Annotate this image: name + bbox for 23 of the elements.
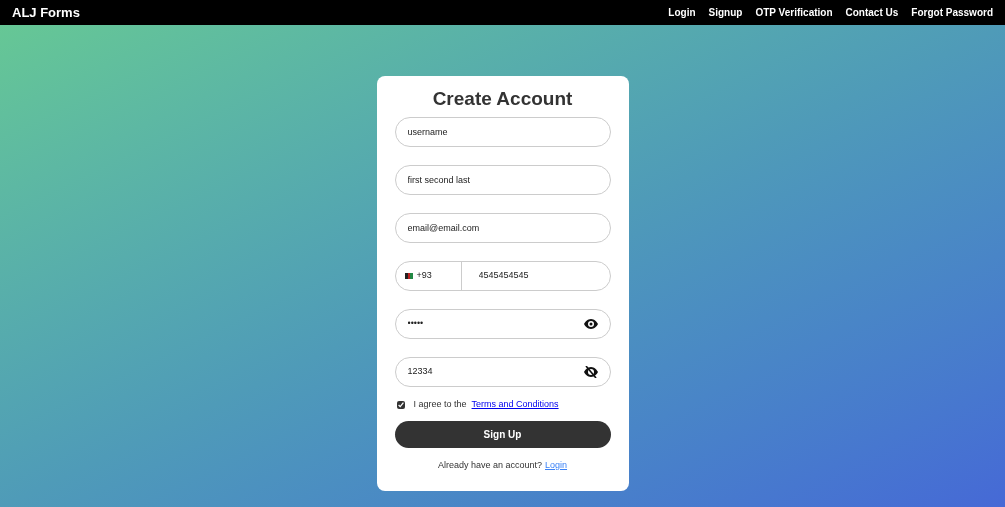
brand-logo[interactable]: ALJ Forms (12, 2, 80, 23)
eye-slash-icon[interactable] (583, 366, 598, 378)
eye-icon[interactable] (583, 319, 598, 329)
input-field[interactable]: first second last (394, 165, 611, 195)
terms-checkbox[interactable] (396, 400, 405, 409)
input-field[interactable]: username (394, 117, 611, 147)
nav-link[interactable]: Login (668, 5, 696, 20)
password-input[interactable]: ••••• (407, 317, 584, 331)
nav-link[interactable]: Signup (708, 5, 743, 20)
nav-link[interactable]: OTP Verification (755, 5, 833, 20)
input-field[interactable]: email@email.com (394, 213, 611, 243)
nav-link[interactable]: Forgot Password (911, 5, 993, 20)
country-code-select[interactable]: +93 (395, 262, 462, 290)
phone-number-input[interactable]: 4545454545 (461, 262, 610, 290)
flag-icon (404, 273, 413, 279)
terms-label: I agree to the (413, 398, 467, 411)
sign-up-button[interactable]: Sign Up (394, 420, 611, 448)
terms-link[interactable]: Terms and Conditions (471, 398, 559, 412)
login-prompt: Already have an account? (437, 458, 542, 472)
nav-link[interactable]: Contact Us (845, 5, 899, 20)
login-link[interactable]: Login (545, 458, 568, 472)
password-input[interactable]: 12334 (407, 365, 584, 379)
form-title: Create Account (432, 88, 573, 111)
